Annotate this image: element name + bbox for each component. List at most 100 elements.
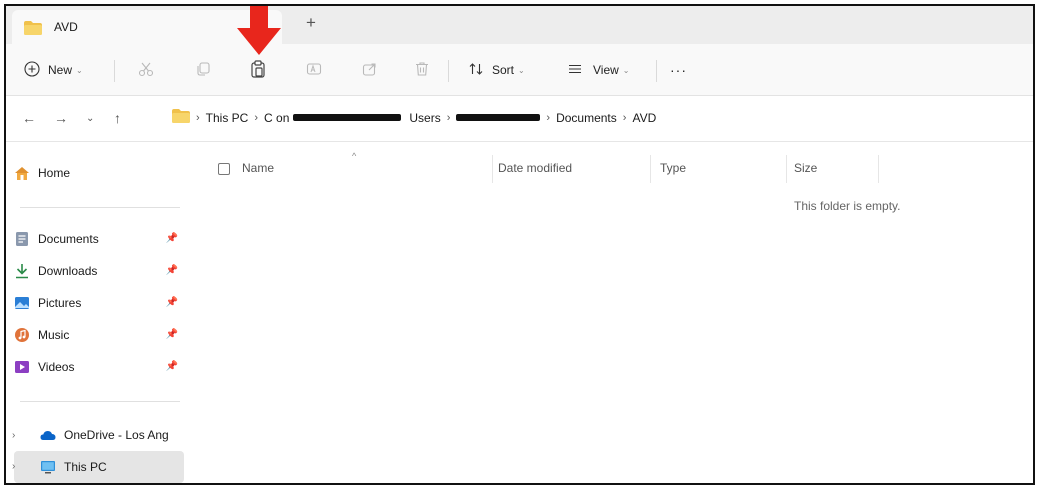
column-divider[interactable] (786, 155, 787, 183)
breadcrumb-users[interactable]: Users (409, 111, 440, 125)
sidebar-item-home[interactable]: Home (14, 159, 184, 187)
breadcrumb-separator-icon: › (622, 111, 627, 124)
share-button[interactable] (362, 58, 378, 82)
breadcrumb-c-drive[interactable]: C on (264, 111, 289, 125)
sidebar-item-label: Music (38, 328, 70, 342)
videos-icon (14, 359, 30, 375)
sort-button[interactable]: Sort ⌄ (468, 58, 525, 82)
toolbar-divider (448, 60, 449, 82)
pin-icon: 📌 (165, 361, 178, 372)
sidebar-item-onedrive[interactable]: › OneDrive - Los Ang (12, 421, 184, 449)
sidebar-item-label: Documents (38, 232, 99, 246)
breadcrumb[interactable]: › This PC › C on Users › › Documents › A… (172, 109, 656, 126)
pictures-icon (14, 295, 30, 311)
column-header-name[interactable]: Name (242, 161, 274, 175)
view-button[interactable]: View ⌄ (567, 58, 630, 82)
redaction-bar (456, 114, 541, 121)
sidebar-item-label: Pictures (38, 296, 82, 310)
back-arrow-icon[interactable]: ← (22, 110, 36, 126)
sidebar-item-label: Videos (38, 360, 75, 374)
breadcrumb-separator-icon: › (254, 111, 259, 124)
view-button-label: View (593, 63, 619, 77)
sidebar-item-pictures[interactable]: Pictures 📌 (14, 289, 184, 317)
sort-ascending-caret-icon: ^ (352, 151, 357, 161)
plus-circle-icon (24, 60, 40, 80)
sidebar-item-label: Downloads (38, 264, 98, 278)
clipboard-icon (250, 59, 266, 81)
delete-button[interactable] (414, 58, 430, 82)
rename-icon (306, 61, 322, 80)
home-icon (14, 165, 30, 181)
column-divider[interactable] (492, 155, 493, 183)
sidebar-item-documents[interactable]: Documents 📌 (14, 225, 184, 253)
tab-title: AVD (54, 20, 78, 34)
column-divider[interactable] (878, 155, 879, 183)
select-all-checkbox[interactable] (218, 163, 230, 175)
navigation-pane: Home Documents 📌 Downloads 📌 Pictures 📌 (6, 143, 188, 483)
toolbar-divider (114, 60, 115, 82)
sort-icon (468, 61, 484, 80)
list-view-icon (567, 61, 583, 80)
computer-icon (40, 459, 56, 475)
download-icon (14, 263, 30, 279)
documents-icon (14, 231, 30, 247)
recent-locations-chevron-icon[interactable]: ⌄ (86, 113, 94, 124)
new-button-label: New (48, 63, 73, 77)
breadcrumb-separator-icon: › (196, 111, 200, 124)
file-list: Name ^ Date modified Type Size This fold… (188, 143, 1033, 483)
copy-button[interactable] (195, 58, 211, 82)
pin-icon: 📌 (165, 329, 178, 340)
onedrive-cloud-icon (40, 427, 56, 443)
sidebar-item-label: OneDrive - Los Ang (64, 428, 169, 442)
chevron-down-icon: ⌄ (76, 65, 83, 75)
address-bar-row: ← → ⌄ ↑ › This PC › C on Users › › Docum… (6, 96, 1033, 142)
sidebar-item-music[interactable]: Music 📌 (14, 321, 184, 349)
breadcrumb-avd[interactable]: AVD (632, 111, 656, 125)
breadcrumb-this-pc[interactable]: This PC (206, 111, 249, 125)
forward-arrow-icon[interactable]: → (54, 110, 68, 126)
column-header-date-modified[interactable]: Date modified (498, 161, 572, 175)
command-bar: New ⌄ Sort ⌄ View ⌄ ··· (6, 44, 1033, 96)
breadcrumb-documents[interactable]: Documents (556, 111, 617, 125)
paste-button[interactable] (250, 58, 266, 82)
more-options-button[interactable]: ··· (670, 58, 687, 82)
music-icon (14, 327, 30, 343)
redaction-bar (293, 114, 402, 121)
up-arrow-icon[interactable]: ↑ (114, 110, 121, 126)
sidebar-item-label: This PC (64, 460, 107, 474)
sidebar-divider (20, 207, 180, 208)
sidebar-divider (20, 401, 180, 402)
chevron-right-icon[interactable]: › (12, 430, 15, 441)
red-arrow-annotation (236, 6, 282, 59)
sidebar-item-label: Home (38, 166, 71, 180)
toolbar-divider (656, 60, 657, 82)
chevron-down-icon: ⌄ (622, 65, 630, 75)
new-button[interactable]: New ⌄ (24, 58, 83, 82)
tab-strip: AVD + (6, 6, 1033, 44)
empty-folder-message: This folder is empty. (794, 199, 901, 213)
file-explorer-window: AVD + New ⌄ Sort ⌄ View ⌄ ··· ← → ⌄ ↑ › … (4, 4, 1035, 485)
share-icon (362, 61, 378, 80)
cut-button[interactable] (138, 58, 154, 82)
trash-icon (414, 61, 430, 80)
sort-button-label: Sort (492, 63, 515, 77)
column-header-size[interactable]: Size (794, 161, 817, 175)
breadcrumb-separator-icon: › (446, 111, 451, 124)
new-tab-button[interactable]: + (300, 13, 322, 35)
chevron-right-icon[interactable]: › (12, 461, 15, 472)
column-divider[interactable] (650, 155, 651, 183)
column-header-type[interactable]: Type (660, 161, 686, 175)
folder-icon (172, 109, 190, 126)
scissors-icon (138, 61, 154, 80)
pin-icon: 📌 (165, 265, 178, 276)
pin-icon: 📌 (165, 297, 178, 308)
rename-button[interactable] (306, 58, 322, 82)
sidebar-item-this-pc[interactable]: › This PC (12, 451, 184, 483)
pin-icon: 📌 (165, 233, 178, 244)
folder-icon (24, 21, 42, 38)
chevron-down-icon: ⌄ (518, 65, 525, 75)
breadcrumb-separator-icon: › (546, 111, 551, 124)
sidebar-item-videos[interactable]: Videos 📌 (14, 353, 184, 381)
sidebar-item-downloads[interactable]: Downloads 📌 (14, 257, 184, 285)
copy-icon (195, 61, 211, 80)
